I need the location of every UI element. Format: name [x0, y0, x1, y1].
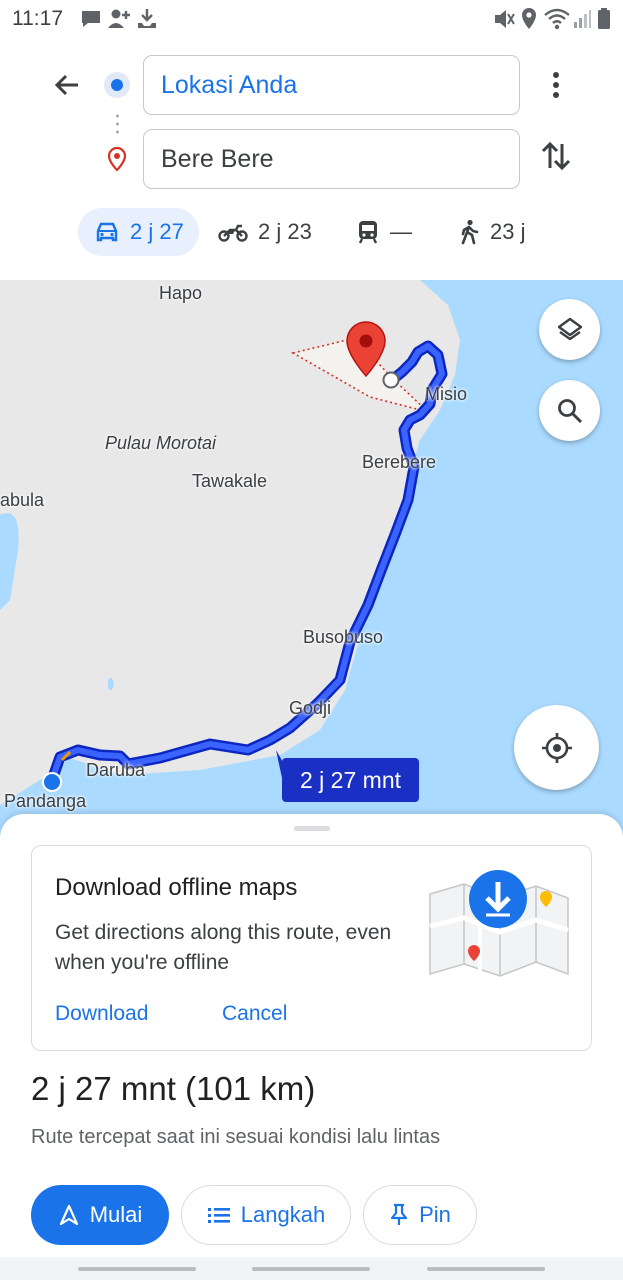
- map-label-busobuso: Busobuso: [303, 627, 384, 647]
- nav-back-button[interactable]: [427, 1267, 545, 1271]
- my-location-button[interactable]: [514, 705, 599, 790]
- motorcycle-icon: [218, 224, 248, 242]
- mode-driving-label: 2 j 27: [130, 219, 184, 244]
- steps-button-label: Langkah: [240, 1202, 326, 1227]
- mode-driving[interactable]: 2 j 27: [78, 208, 199, 256]
- search-along-route-button[interactable]: [539, 380, 600, 441]
- status-time: 11:17: [12, 7, 63, 30]
- route-connector: [116, 112, 119, 136]
- destination-pin-icon: [107, 146, 127, 172]
- list-icon: [207, 1208, 230, 1223]
- car-icon: [96, 222, 118, 242]
- layers-button[interactable]: [539, 299, 600, 360]
- mode-motorcycle[interactable]: 2 j 23: [218, 208, 312, 256]
- mode-transit[interactable]: —: [356, 208, 412, 256]
- wifi-icon: [544, 8, 570, 30]
- sheet-drag-handle[interactable]: [294, 826, 330, 831]
- offline-card-title: Download offline maps: [55, 874, 298, 901]
- map-label-hapo: Hapo: [159, 283, 203, 303]
- origin-input[interactable]: Lokasi Anda: [143, 55, 520, 115]
- system-navigation-bar: [0, 1257, 623, 1280]
- travel-mode-tabs: 2 j 27 2 j 23 — 23 j: [0, 208, 623, 256]
- map-label-misio: Misio: [425, 384, 468, 404]
- more-options-button[interactable]: [544, 66, 568, 104]
- back-arrow-icon: [54, 74, 78, 96]
- map-label-berebere: Berebere: [362, 452, 437, 472]
- transit-icon: [358, 221, 378, 244]
- map-label-godji: Godji: [289, 698, 332, 718]
- back-button[interactable]: [46, 64, 88, 106]
- destination-input[interactable]: Bere Bere: [143, 129, 520, 189]
- mode-motorcycle-label: 2 j 23: [258, 219, 312, 244]
- route-summary-time: 2 j 27 mnt (101 km): [31, 1070, 316, 1107]
- steps-button[interactable]: Langkah: [181, 1185, 351, 1245]
- search-icon: [557, 398, 582, 423]
- pin-icon: [390, 1203, 408, 1225]
- mute-icon: [495, 10, 515, 28]
- nav-home-button[interactable]: [252, 1267, 370, 1271]
- destination-text: Bere Bere: [161, 144, 274, 173]
- map-label-daruba: Daruba: [86, 760, 146, 780]
- nav-recent-button[interactable]: [78, 1267, 196, 1271]
- chat-bubble-icon: [82, 11, 100, 27]
- map-view[interactable]: Hapo Pulau Morotai Tawakale abula Misio …: [0, 280, 623, 840]
- destination-marker-icon[interactable]: [345, 320, 387, 378]
- cancel-button[interactable]: Cancel: [222, 1002, 287, 1026]
- swap-icon: [541, 141, 571, 171]
- offline-card-description: Get directions along this route, even wh…: [55, 921, 392, 974]
- navigation-arrow-icon: [59, 1204, 78, 1226]
- offline-maps-card: Download offline maps Get directions alo…: [31, 845, 592, 1051]
- walk-icon: [461, 219, 479, 245]
- map-label-abula: abula: [0, 490, 45, 510]
- pin-button-label: Pin: [419, 1202, 451, 1227]
- start-button-label: Mulai: [89, 1202, 143, 1227]
- bottom-sheet: Download offline maps Get directions alo…: [0, 814, 623, 1280]
- pin-button[interactable]: Pin: [363, 1185, 477, 1245]
- layers-icon: [557, 317, 582, 340]
- map-label-pandanga: Pandanga: [4, 791, 87, 811]
- app-root: 11:17 Lokasi Anda Bere Bere 2 j 27 2 j 2…: [0, 0, 623, 1280]
- mode-walking[interactable]: 23 j: [458, 208, 525, 256]
- more-vert-icon: [553, 72, 559, 98]
- mode-walking-label: 23 j: [490, 219, 526, 244]
- map-label-island: Pulau Morotai: [105, 433, 217, 453]
- route-time-chip-label: 2 j 27 mnt: [300, 766, 401, 793]
- offline-map-illustration-icon: [429, 870, 569, 977]
- origin-text: Lokasi Anda: [161, 70, 298, 99]
- signal-icon: [574, 10, 591, 28]
- directions-header: Lokasi Anda Bere Bere 2 j 27 2 j 23 — 23…: [0, 40, 623, 280]
- route-time-chip[interactable]: 2 j 27 mnt: [282, 758, 419, 802]
- map-label-tawakale: Tawakale: [192, 471, 268, 491]
- route-summary-subtitle: Rute tercepat saat ini sesuai kondisi la…: [31, 1126, 441, 1148]
- swap-button[interactable]: [538, 136, 574, 176]
- location-icon: [522, 8, 536, 29]
- start-button[interactable]: Mulai: [31, 1185, 169, 1245]
- my-location-icon: [541, 732, 572, 763]
- mode-transit-label: —: [390, 219, 412, 244]
- battery-icon: [598, 8, 610, 29]
- download-icon: [138, 9, 156, 28]
- status-bar: 11:17: [0, 0, 623, 40]
- origin-marker-icon: [104, 72, 130, 98]
- person-add-icon: [108, 9, 130, 28]
- download-button[interactable]: Download: [55, 1002, 148, 1026]
